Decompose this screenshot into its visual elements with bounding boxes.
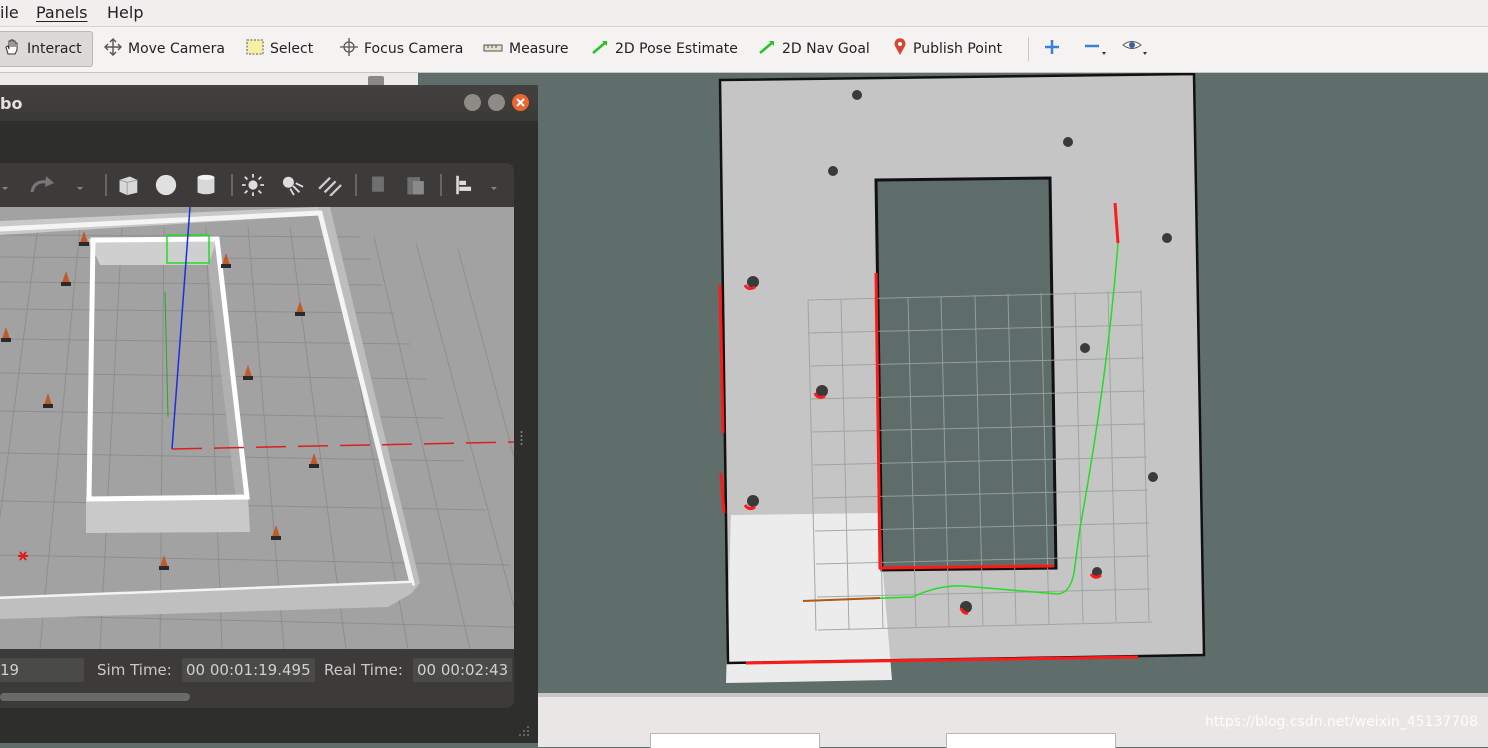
focus-camera-label: Focus Camera [364, 41, 464, 57]
cylinder-icon[interactable] [194, 174, 218, 196]
dropdown-arrow-icon[interactable] [74, 174, 88, 196]
resize-grip-icon[interactable] [516, 723, 530, 737]
gazebo-window: bo 19 Sim Time: 00 00:01:19.495 Real Tim… [0, 85, 538, 743]
pose-estimate-arrow-icon [591, 39, 609, 59]
sim-time-value: 00 00:01:19.495 [182, 658, 315, 682]
interact-label: Interact [27, 41, 82, 57]
move-camera-icon [104, 38, 122, 60]
map-pin-icon [893, 38, 907, 60]
remove-tool-button[interactable] [1084, 35, 1106, 63]
nav-goal-label: 2D Nav Goal [782, 41, 870, 57]
focus-camera-button[interactable]: Focus Camera [340, 35, 463, 63]
rviz-3d-view[interactable] [418, 73, 1488, 693]
select-icon [246, 39, 264, 59]
eye-icon [1122, 38, 1148, 60]
plus-icon [1044, 39, 1060, 59]
sphere-icon[interactable] [152, 174, 180, 196]
interact-button[interactable]: Interact [0, 31, 93, 67]
measure-button[interactable]: Measure [483, 35, 569, 63]
point-light-icon[interactable] [240, 174, 266, 196]
maximize-button[interactable] [488, 94, 505, 111]
menu-help[interactable]: Help [107, 3, 143, 22]
minus-icon [1084, 38, 1106, 60]
occupancy-map [718, 73, 1206, 683]
rviz-toolbar: Interact Move Camera Select Focus Camera… [0, 27, 1488, 73]
gazebo-statusbar: 19 Sim Time: 00 00:01:19.495 Real Time: … [0, 649, 514, 708]
redo-icon[interactable] [28, 174, 60, 196]
align-icon[interactable] [452, 174, 480, 196]
gazebo-main: 19 Sim Time: 00 00:01:19.495 Real Time: … [0, 163, 514, 708]
measure-icon [483, 41, 503, 57]
world-render [0, 207, 514, 649]
box-icon[interactable] [114, 174, 142, 196]
minimize-button[interactable] [464, 94, 481, 111]
move-camera-label: Move Camera [128, 41, 225, 57]
spot-light-icon[interactable] [278, 174, 308, 196]
focus-camera-icon [340, 38, 358, 60]
nav-goal-arrow-icon [758, 39, 776, 59]
dropdown-arrow-icon[interactable] [488, 174, 502, 196]
gazebo-3d-scene[interactable] [0, 207, 514, 649]
splitter-handle[interactable] [520, 430, 523, 448]
directional-light-icon[interactable] [316, 174, 346, 196]
window-title: bo [0, 94, 23, 113]
view-options-button[interactable] [1122, 35, 1148, 63]
gazebo-toolbar [0, 163, 514, 207]
measure-label: Measure [509, 41, 569, 57]
horizontal-scrollbar[interactable] [0, 693, 190, 701]
gazebo-titlebar[interactable]: bo [0, 85, 538, 121]
menu-file[interactable]: ile [0, 3, 19, 22]
ros-elapsed-field [946, 733, 1116, 748]
iterations-value: 19 [0, 658, 84, 682]
pose-estimate-label: 2D Pose Estimate [615, 41, 738, 57]
select-button[interactable]: Select [246, 35, 313, 63]
hand-icon [3, 38, 21, 60]
copy-icon[interactable] [366, 174, 390, 196]
close-button[interactable] [512, 94, 529, 111]
close-icon [516, 98, 525, 107]
select-label: Select [270, 41, 314, 57]
paste-icon[interactable] [402, 174, 430, 196]
real-time-label: Real Time: [324, 661, 403, 679]
menubar: ile Panels Help [0, 0, 1488, 27]
nav-goal-button[interactable]: 2D Nav Goal [758, 35, 870, 63]
watermark: https://blog.csdn.net/weixin_45137708 [1204, 714, 1478, 730]
dropdown-arrow-icon[interactable] [0, 174, 20, 196]
publish-point-label: Publish Point [913, 41, 1003, 57]
sim-time-label: Sim Time: [97, 661, 172, 679]
add-tool-button[interactable] [1044, 35, 1060, 63]
move-camera-button[interactable]: Move Camera [104, 35, 225, 63]
menu-panels[interactable]: Panels [36, 3, 88, 22]
real-time-value: 00 00:02:43 [413, 658, 513, 682]
publish-point-button[interactable]: Publish Point [893, 35, 1002, 63]
pose-estimate-button[interactable]: 2D Pose Estimate [591, 35, 738, 63]
ros-time-field [650, 733, 820, 748]
toolbar-separator [1028, 37, 1029, 61]
